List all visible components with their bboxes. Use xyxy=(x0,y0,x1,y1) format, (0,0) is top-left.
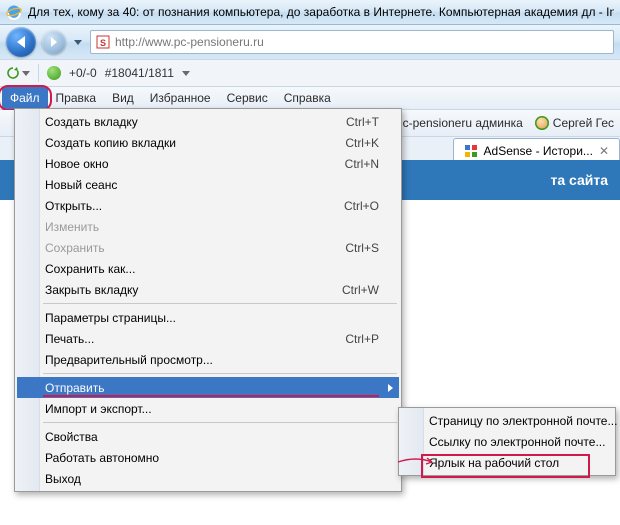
menu-view-label: Вид xyxy=(112,91,134,105)
menu-edit-label: Правка xyxy=(56,91,97,105)
menu-item-exit[interactable]: Выход xyxy=(17,468,399,489)
tab-favicon-icon xyxy=(464,144,478,158)
menu-file-label: Файл xyxy=(10,91,40,105)
back-button[interactable] xyxy=(6,27,36,57)
chevron-down-icon xyxy=(182,71,190,76)
submenu-item-link-email[interactable]: Ссылку по электронной почте... xyxy=(401,431,613,452)
submenu-arrow-icon xyxy=(388,384,393,392)
menu-file[interactable]: Файл xyxy=(2,87,48,109)
separator xyxy=(38,64,39,82)
avatar-icon xyxy=(535,116,549,130)
menu-item-properties[interactable]: Свойства xyxy=(17,426,399,447)
banner-text-fragment: та сайта xyxy=(550,172,608,188)
menu-item-print[interactable]: Печать...Ctrl+P xyxy=(17,328,399,349)
menu-favorites[interactable]: Избранное xyxy=(142,87,219,109)
menu-item-edit: Изменить xyxy=(17,216,399,237)
menu-item-page-setup[interactable]: Параметры страницы... xyxy=(17,307,399,328)
chevron-down-icon xyxy=(74,40,82,45)
menu-item-dup-tab[interactable]: Создать копию вкладкиCtrl+K xyxy=(17,132,399,153)
zone-indicator[interactable] xyxy=(47,66,61,80)
zoom-label: +0/-0 xyxy=(69,66,97,80)
counter-label: #18041/1811 xyxy=(105,66,174,80)
nav-history-dropdown[interactable] xyxy=(72,28,84,56)
status-toolbar: +0/-0 #18041/1811 xyxy=(0,59,620,87)
menu-item-new-tab[interactable]: Создать вкладкуCtrl+T xyxy=(17,111,399,132)
menu-item-open[interactable]: Открыть...Ctrl+O xyxy=(17,195,399,216)
svg-text:S: S xyxy=(100,38,106,48)
menu-item-save: СохранитьCtrl+S xyxy=(17,237,399,258)
file-menu-dropdown: Создать вкладкуCtrl+T Создать копию вкла… xyxy=(14,108,402,492)
tab-close-button[interactable]: ✕ xyxy=(599,144,609,158)
ie-logo-icon xyxy=(6,4,22,20)
forward-button[interactable] xyxy=(42,30,66,54)
address-text: http://www.pc-pensioneru.ru xyxy=(115,35,264,49)
menu-edit[interactable]: Правка xyxy=(48,87,105,109)
refresh-button[interactable] xyxy=(6,66,30,80)
refresh-icon xyxy=(6,66,20,80)
menu-tools-label: Сервис xyxy=(227,91,268,105)
link-user[interactable]: Сергей Гес xyxy=(535,116,614,130)
menu-item-save-as[interactable]: Сохранить как... xyxy=(17,258,399,279)
menu-item-print-preview[interactable]: Предварительный просмотр... xyxy=(17,349,399,370)
nav-toolbar: S http://www.pc-pensioneru.ru xyxy=(0,25,620,59)
menu-view[interactable]: Вид xyxy=(104,87,142,109)
annotation-underline xyxy=(43,395,379,397)
arrow-right-icon xyxy=(51,37,57,47)
link-user-label: Сергей Гес xyxy=(553,116,614,130)
globe-icon xyxy=(47,66,61,80)
chevron-down-icon xyxy=(22,71,30,76)
menu-help[interactable]: Справка xyxy=(276,87,339,109)
menu-separator xyxy=(43,373,397,374)
menu-item-import-export[interactable]: Импорт и экспорт... xyxy=(17,398,399,419)
menu-item-new-window[interactable]: Новое окноCtrl+N xyxy=(17,153,399,174)
menu-help-label: Справка xyxy=(284,91,331,105)
arrow-left-icon xyxy=(17,36,25,48)
menu-item-close-tab[interactable]: Закрыть вкладкуCtrl+W xyxy=(17,279,399,300)
submenu-item-page-email[interactable]: Страницу по электронной почте... xyxy=(401,410,613,431)
address-bar[interactable]: S http://www.pc-pensioneru.ru xyxy=(90,30,614,54)
link-admin-label: Pc-pensioneru админка xyxy=(395,116,523,130)
menu-item-new-session[interactable]: Новый сеанс xyxy=(17,174,399,195)
site-favicon-icon: S xyxy=(95,34,111,50)
menu-separator xyxy=(43,422,397,423)
tab-label: AdSense - Истори... xyxy=(484,144,593,158)
menu-separator xyxy=(43,303,397,304)
menu-bar: Файл Правка Вид Избранное Сервис Справка xyxy=(0,87,620,110)
menu-tools[interactable]: Сервис xyxy=(219,87,276,109)
menu-item-work-offline[interactable]: Работать автономно xyxy=(17,447,399,468)
menu-favorites-label: Избранное xyxy=(150,91,211,105)
menu-item-send[interactable]: Отправить xyxy=(17,377,399,398)
title-bar: Для тех, кому за 40: от познания компьют… xyxy=(0,0,620,25)
window-title: Для тех, кому за 40: от познания компьют… xyxy=(28,5,614,19)
